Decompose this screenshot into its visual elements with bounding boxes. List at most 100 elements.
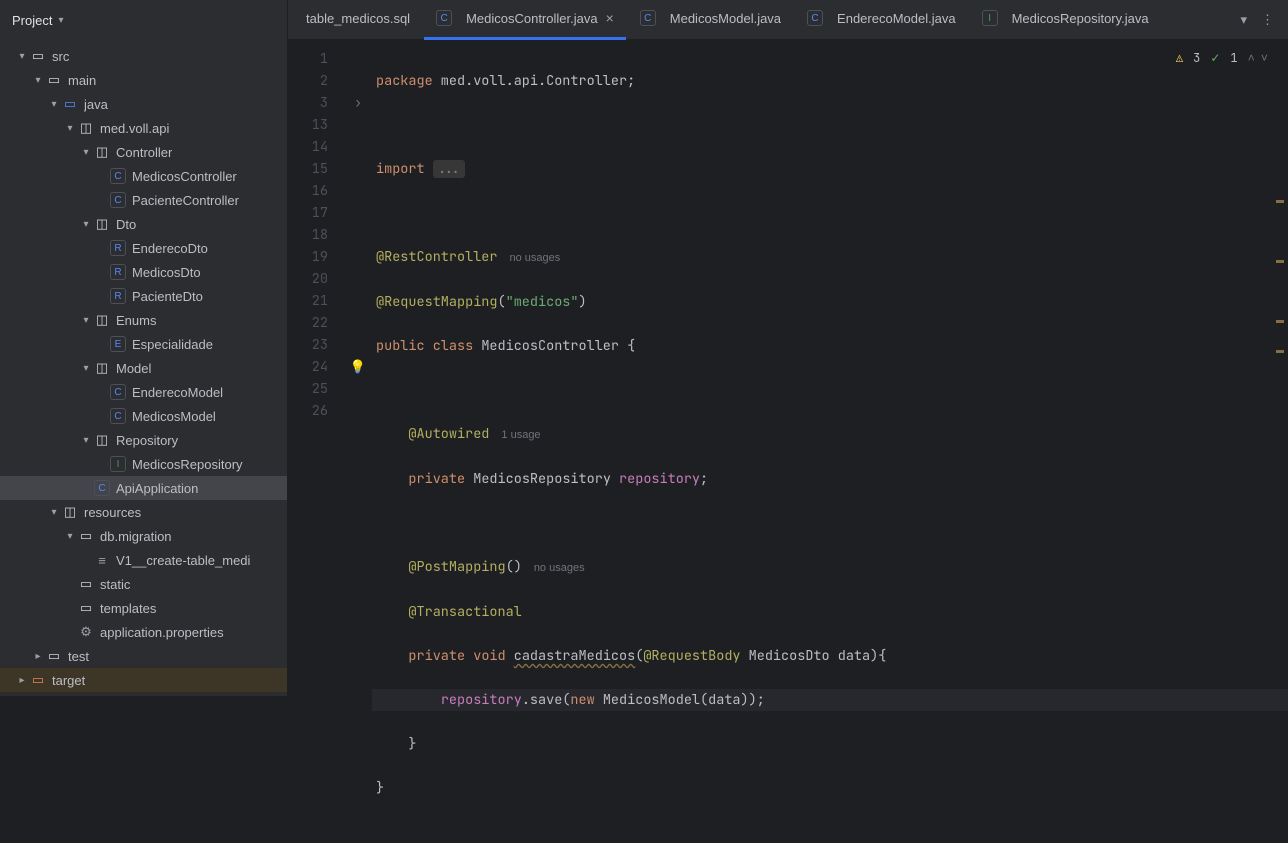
code-field: repository	[619, 470, 700, 488]
tree-class-apiapplication[interactable]: CApiApplication	[0, 476, 287, 500]
check-icon: ✓	[1210, 50, 1220, 66]
package-icon: ◫	[94, 216, 110, 232]
line-number: 13	[288, 114, 328, 136]
code-keyword: private	[408, 470, 473, 488]
line-number: 1	[288, 48, 328, 70]
tab-actions: ▾ ⋮	[1240, 12, 1282, 28]
line-number: 2	[288, 70, 328, 92]
tree-folder-java[interactable]: ▾▭java	[0, 92, 287, 116]
line-number: 14	[288, 136, 328, 158]
fold-icon[interactable]: ›	[344, 92, 372, 114]
chevron-right-icon: ▸	[14, 675, 30, 686]
tree-file-appprops[interactable]: ⚙application.properties	[0, 620, 287, 644]
folded-region[interactable]: ...	[433, 160, 465, 178]
tree-package-repository[interactable]: ▾◫Repository	[0, 428, 287, 452]
tree-folder-main[interactable]: ▾▭main	[0, 68, 287, 92]
chevron-down-icon[interactable]: ▾	[1240, 12, 1247, 28]
warning-mark[interactable]	[1276, 350, 1284, 353]
chevron-down-icon: ▾	[62, 531, 78, 542]
chevron-down-icon: ▾	[46, 507, 62, 518]
line-number: 25	[288, 378, 328, 400]
check-count: 1	[1230, 50, 1237, 66]
class-icon: C	[110, 168, 126, 184]
inspections-widget[interactable]: ⚠3 ✓1 ˄˅	[1176, 50, 1268, 66]
project-sidebar: Project ▾ ▾▭src ▾▭main ▾▭java ▾◫med.voll…	[0, 0, 288, 696]
tree-package-model[interactable]: ▾◫Model	[0, 356, 287, 380]
line-number: 22	[288, 312, 328, 334]
code-field: repository	[441, 691, 522, 709]
line-number: 15	[288, 158, 328, 180]
class-icon: C	[807, 10, 823, 26]
tree-class[interactable]: RPacienteDto	[0, 284, 287, 308]
tree-folder-test[interactable]: ▸▭test	[0, 644, 287, 668]
code-string: "medicos"	[506, 293, 579, 311]
class-icon: C	[110, 384, 126, 400]
chevron-up-icon[interactable]: ˄	[1248, 50, 1255, 66]
chevron-down-icon: ▾	[78, 363, 94, 374]
record-icon: R	[110, 288, 126, 304]
line-gutter: 1 2 3 13 14 15 16 17 18 19 20 21 22 23 2…	[288, 40, 344, 843]
tree-package-controller[interactable]: ▾◫Controller	[0, 140, 287, 164]
code-text: }	[376, 735, 417, 753]
tree-class[interactable]: CEnderecoModel	[0, 380, 287, 404]
chevron-down-icon: ▾	[78, 315, 94, 326]
usage-hint: 1 usage	[501, 429, 540, 441]
chevron-down-icon: ▾	[78, 435, 94, 446]
tab-label: EnderecoModel.java	[837, 11, 956, 26]
warning-icon: ⚠	[1176, 50, 1183, 66]
code-annotation: @Transactional	[408, 603, 521, 621]
tab-medicosmodel[interactable]: CMedicosModel.java	[628, 0, 793, 40]
tree-folder-target[interactable]: ▸▭target	[0, 668, 287, 692]
warning-mark[interactable]	[1276, 200, 1284, 203]
tab-medicoscontroller[interactable]: CMedicosController.java×	[424, 0, 626, 40]
line-number: 3	[288, 92, 328, 114]
tree-class[interactable]: CMedicosController	[0, 164, 287, 188]
tree-folder-resources[interactable]: ▾◫resources	[0, 500, 287, 524]
project-tree[interactable]: ▾▭src ▾▭main ▾▭java ▾◫med.voll.api ▾◫Con…	[0, 40, 287, 696]
tree-folder-src[interactable]: ▾▭src	[0, 44, 287, 68]
code-text: ;	[700, 470, 708, 488]
tab-medicosrepository[interactable]: IMedicosRepository.java	[970, 0, 1161, 40]
tab-sql[interactable]: table_medicos.sql	[294, 0, 422, 40]
tree-package-enums[interactable]: ▾◫Enums	[0, 308, 287, 332]
code-indent	[376, 603, 408, 621]
tree-class[interactable]: RMedicosDto	[0, 260, 287, 284]
bulb-icon[interactable]: 💡	[344, 356, 372, 378]
code-text: MedicosDto data){	[741, 647, 887, 665]
tab-label: MedicosController.java	[466, 11, 598, 26]
more-icon[interactable]: ⋮	[1261, 12, 1274, 28]
tree-folder-dbmigration[interactable]: ▾▭db.migration	[0, 524, 287, 548]
tab-enderecomodel[interactable]: C EnderecoModel.java	[795, 0, 968, 40]
project-header[interactable]: Project ▾	[0, 0, 287, 40]
warning-mark[interactable]	[1276, 320, 1284, 323]
tree-interface[interactable]: IMedicosRepository	[0, 452, 287, 476]
error-stripe	[1274, 80, 1284, 843]
chevron-right-icon: ▸	[30, 651, 46, 662]
package-icon: ◫	[94, 312, 110, 328]
interface-icon: I	[110, 456, 126, 472]
tree-package[interactable]: ▾◫med.voll.api	[0, 116, 287, 140]
excluded-folder-icon: ▭	[30, 672, 46, 688]
tree-file[interactable]: ≡V1__create-table_medi	[0, 548, 287, 572]
tree-class[interactable]: REnderecoDto	[0, 236, 287, 260]
code-text: ()	[506, 558, 522, 576]
tree-folder-templates[interactable]: ▭templates	[0, 596, 287, 620]
tree-class[interactable]: CMedicosModel	[0, 404, 287, 428]
code-content[interactable]: package med.voll.api.Controller; import …	[372, 40, 1288, 843]
chevron-down-icon[interactable]: ˅	[1261, 50, 1268, 66]
code-keyword: new	[570, 691, 602, 709]
usage-hint: no usages	[510, 252, 561, 264]
tab-label: MedicosRepository.java	[1012, 11, 1149, 26]
tree-folder-static[interactable]: ▭static	[0, 572, 287, 596]
tree-package-dto[interactable]: ▾◫Dto	[0, 212, 287, 236]
close-icon[interactable]: ×	[606, 10, 614, 26]
line-number: 23	[288, 334, 328, 356]
line-number: 21	[288, 290, 328, 312]
tree-class[interactable]: CPacienteController	[0, 188, 287, 212]
chevron-down-icon: ▾	[46, 99, 62, 110]
warning-mark[interactable]	[1276, 260, 1284, 263]
line-number: 18	[288, 224, 328, 246]
code-annotation: @RestController	[376, 248, 498, 266]
code-editor[interactable]: 1 2 3 13 14 15 16 17 18 19 20 21 22 23 2…	[288, 40, 1288, 843]
tree-class[interactable]: EEspecialidade	[0, 332, 287, 356]
